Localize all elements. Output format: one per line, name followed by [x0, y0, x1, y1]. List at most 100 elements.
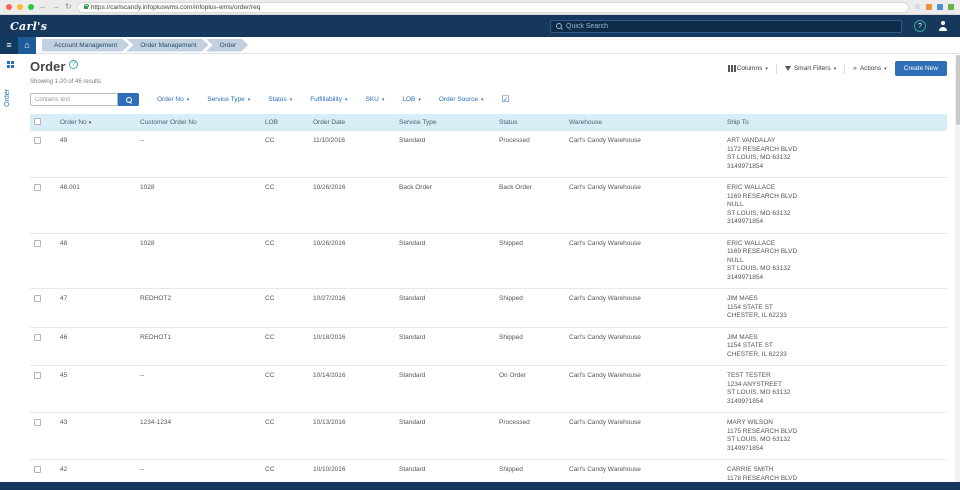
row-checkbox[interactable]	[34, 334, 41, 341]
filter-lob[interactable]: LOB ▾	[402, 96, 421, 103]
col-header-lob[interactable]: LOB	[261, 114, 309, 131]
table-row[interactable]: 49 -- CC 11/10/2016 Standard Processed C…	[30, 131, 947, 178]
cell-status: Processed	[495, 131, 565, 178]
chevron-down-icon: ▾	[290, 97, 293, 103]
chevron-down-icon: ▾	[765, 66, 768, 72]
cell-warehouse: Carl's Candy Warehouse	[565, 460, 723, 483]
bookmark-star-icon[interactable]: ☆	[914, 3, 921, 11]
row-checkbox[interactable]	[34, 295, 41, 302]
filter-order-no[interactable]: Order No ▾	[157, 96, 189, 103]
cell-order-no: 47	[56, 289, 136, 328]
cell-lob: CC	[261, 327, 309, 366]
address-bar[interactable]: https://carlscandy.infopluswms.com/infop…	[77, 2, 909, 13]
filter-service-type[interactable]: Service Type ▾	[207, 96, 250, 103]
home-icon[interactable]: ⌂	[18, 37, 36, 54]
quick-search-input[interactable]	[566, 23, 896, 30]
cell-lob: CC	[261, 460, 309, 483]
col-header-order-date[interactable]: Order Date	[309, 114, 395, 131]
extension-icon[interactable]	[937, 4, 943, 10]
rail-tab-order[interactable]: Order	[4, 89, 11, 107]
create-new-button[interactable]: Create New	[895, 61, 947, 76]
row-checkbox[interactable]	[34, 419, 41, 426]
chevron-down-icon: ▾	[884, 66, 887, 72]
cell-ship-to: ERIC WALLACE 1169 RESEARCH BLVD NULL ST …	[723, 178, 947, 234]
reload-icon[interactable]: ↻	[65, 3, 72, 11]
cell-order-no: 49	[56, 131, 136, 178]
row-checkbox[interactable]	[34, 137, 41, 144]
cell-select	[30, 327, 56, 366]
col-header-ship-to[interactable]: Ship To	[723, 114, 947, 131]
col-header-service-type[interactable]: Service Type	[395, 114, 495, 131]
search-icon	[126, 97, 132, 103]
filter-order-source[interactable]: Order Source ▾	[439, 96, 484, 103]
info-icon[interactable]: ?	[69, 60, 78, 69]
filter-status[interactable]: Status ▾	[268, 96, 292, 103]
row-checkbox[interactable]	[34, 466, 41, 473]
extension-icon[interactable]	[948, 4, 954, 10]
row-checkbox[interactable]	[34, 184, 41, 191]
table-row[interactable]: 47 REDHOT2 CC 10/27/2016 Standard Shippe…	[30, 289, 947, 328]
carls-logo[interactable]: Carl's	[10, 20, 47, 33]
window-close-icon[interactable]	[6, 4, 12, 10]
breadcrumb-bar: ≡ ⌂ Account Management Order Management …	[0, 37, 960, 54]
chevron-down-icon: ▾	[481, 97, 484, 103]
user-icon[interactable]	[937, 21, 948, 31]
cell-ship-to: ERIC WALLACE 1169 RESEARCH BLVD NULL ST …	[723, 233, 947, 289]
extension-icon[interactable]	[926, 4, 932, 10]
filter-label: Status	[268, 96, 286, 103]
select-all-checkbox[interactable]	[34, 118, 41, 125]
browser-chrome: ← → ↻ https://carlscandy.infopluswms.com…	[0, 0, 960, 15]
filter-sku[interactable]: SKU ▾	[366, 96, 385, 103]
columns-button[interactable]: Columns ▾	[728, 65, 768, 72]
cell-status: Shipped	[495, 233, 565, 289]
table-row[interactable]: 48 1028 CC 10/26/2016 Standard Shipped C…	[30, 233, 947, 289]
table-row[interactable]: 42 -- CC 10/10/2016 Standard Shipped Car…	[30, 460, 947, 483]
search-button[interactable]	[118, 93, 139, 106]
cell-service-type: Standard	[395, 289, 495, 328]
table-row[interactable]: 43 1234-1234 CC 10/13/2016 Standard Proc…	[30, 413, 947, 460]
menu-icon[interactable]: ≡	[0, 37, 18, 54]
cell-order-no: 46	[56, 327, 136, 366]
scrollbar[interactable]	[955, 55, 960, 482]
row-checkbox[interactable]	[34, 240, 41, 247]
help-icon[interactable]: ?	[914, 20, 926, 32]
col-header-customer-order-no[interactable]: Customer Order No	[136, 114, 261, 131]
contains-text-input[interactable]	[30, 93, 118, 106]
export-checkbox-icon[interactable]: ☑	[501, 95, 509, 104]
chevron-down-icon: ▾	[187, 97, 190, 103]
cell-order-date: 11/10/2016	[309, 131, 395, 178]
cell-service-type: Standard	[395, 233, 495, 289]
cell-service-type: Standard	[395, 366, 495, 413]
breadcrumb-item-account-management[interactable]: Account Management	[42, 39, 129, 52]
cell-lob: CC	[261, 131, 309, 178]
window-zoom-icon[interactable]	[28, 4, 34, 10]
cell-customer-order-no: REDHOT2	[136, 289, 261, 328]
col-header-order-no[interactable]: Order No▾	[56, 114, 136, 131]
cell-customer-order-no: 1028	[136, 233, 261, 289]
cell-order-no: 45	[56, 366, 136, 413]
quick-search[interactable]	[550, 20, 902, 33]
filter-fulfillability[interactable]: Fulfillability ▾	[310, 96, 347, 103]
table-row[interactable]: 48.001 1028 CC 10/26/2016 Back Order Bac…	[30, 178, 947, 234]
table-row[interactable]: 46 REDHOT1 CC 10/18/2016 Standard Shippe…	[30, 327, 947, 366]
cell-ship-to: TEST TESTER 1234 ANYSTREET ST LOUIS, MO …	[723, 366, 947, 413]
cell-customer-order-no: --	[136, 366, 261, 413]
actions-label: Actions	[860, 65, 881, 72]
row-checkbox[interactable]	[34, 372, 41, 379]
window-minimize-icon[interactable]	[17, 4, 23, 10]
cell-service-type: Standard	[395, 131, 495, 178]
actions-button[interactable]: » Actions ▾	[853, 65, 886, 72]
col-header-select[interactable]	[30, 114, 56, 131]
col-header-warehouse[interactable]: Warehouse	[565, 114, 723, 131]
breadcrumb-item-order-management[interactable]: Order Management	[126, 39, 208, 52]
breadcrumb-item-order[interactable]: Order	[206, 39, 249, 52]
forward-icon[interactable]: →	[52, 3, 60, 11]
smart-filters-button[interactable]: Smart Filters ▾	[785, 65, 836, 72]
grid-icon[interactable]	[7, 61, 10, 64]
cell-ship-to: MARY WILSON 1175 RESEARCH BLVD ST LOUIS,…	[723, 413, 947, 460]
table-row[interactable]: 45 -- CC 10/14/2016 Standard On Order Ca…	[30, 366, 947, 413]
col-header-status[interactable]: Status	[495, 114, 565, 131]
scrollbar-thumb[interactable]	[956, 55, 960, 125]
back-icon[interactable]: ←	[39, 3, 47, 11]
cell-ship-to: JIM MAES 1154 STATE ST CHESTER, IL 62233	[723, 289, 947, 328]
